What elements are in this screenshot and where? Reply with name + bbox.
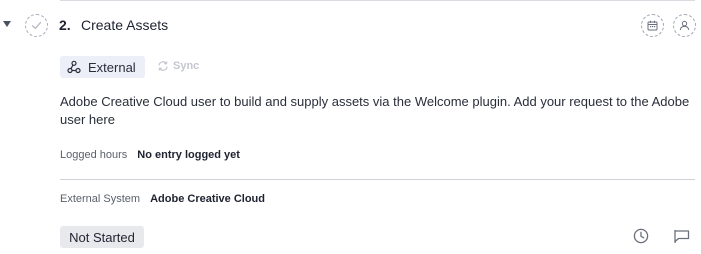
task-header: 2. Create Assets: [0, 14, 701, 38]
external-system-label: External System: [60, 193, 141, 205]
chevron-down-icon[interactable]: [3, 21, 11, 27]
flag-icon: [674, 230, 690, 243]
time-tracking-button[interactable]: [633, 228, 649, 249]
webhook-icon: [67, 60, 81, 74]
logged-hours-value: No entry logged yet: [137, 149, 240, 161]
sync-icon: [158, 61, 168, 71]
task-number: 2.: [59, 17, 71, 33]
check-icon: [31, 21, 42, 30]
task-title[interactable]: Create Assets: [81, 17, 168, 33]
assignee-button[interactable]: [673, 14, 696, 37]
user-icon: [679, 20, 690, 31]
logged-hours-label: Logged hours: [60, 149, 128, 161]
status-badge[interactable]: Not Started: [60, 226, 144, 248]
complete-task-button[interactable]: [25, 14, 48, 37]
task-description: Adobe Creative Cloud user to build and s…: [60, 94, 690, 127]
sync-button[interactable]: Sync: [157, 60, 199, 72]
external-tag[interactable]: External: [60, 56, 145, 78]
external-system-value: Adobe Creative Cloud: [150, 193, 265, 205]
calendar-icon: [647, 20, 658, 31]
top-divider: [60, 0, 695, 1]
external-tag-label: External: [88, 59, 136, 75]
section-divider: [60, 179, 695, 180]
logged-hours-row: Logged hours No entry logged yet: [60, 149, 240, 161]
due-date-button[interactable]: [641, 14, 664, 37]
flag-button[interactable]: [673, 229, 690, 249]
external-system-row: External System Adobe Creative Cloud: [60, 193, 265, 205]
sync-label: Sync: [173, 60, 200, 72]
clock-icon: [633, 228, 649, 244]
